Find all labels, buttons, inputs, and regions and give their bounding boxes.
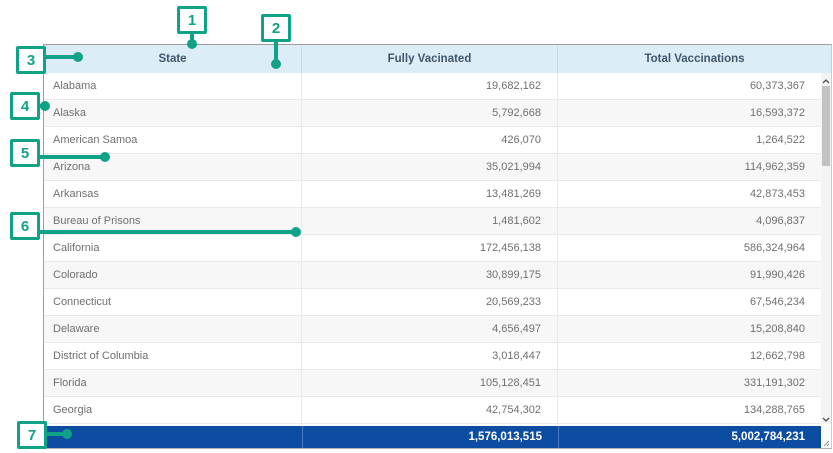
table-row[interactable]: Delaware 4,656,497 15,208,840 <box>44 316 821 343</box>
scroll-down-button[interactable] <box>821 411 831 424</box>
total-vaccinations-cell: 42,873,453 <box>558 181 821 207</box>
state-cell: Georgia <box>44 397 302 423</box>
table-header-row: State Fully Vacinated Total Vaccinations <box>44 45 831 73</box>
fully-vaccinated-cell: 19,682,162 <box>302 73 558 99</box>
total-state-cell <box>44 426 302 448</box>
annotation-dot-2 <box>271 59 281 69</box>
fully-vaccinated-cell: 30,899,175 <box>302 262 558 288</box>
state-cell: Colorado <box>44 262 302 288</box>
annotation-callout-3: 3 <box>16 46 46 74</box>
total-vaccinations-cell: 60,373,367 <box>558 73 821 99</box>
chevron-down-icon <box>822 409 830 427</box>
annotation-callout-6: 6 <box>10 212 40 240</box>
annotation-line-3 <box>44 55 76 59</box>
annotation-callout-1: 1 <box>177 6 207 34</box>
table-row[interactable]: California 172,456,138 586,324,964 <box>44 235 821 262</box>
vertical-scrollbar[interactable] <box>821 73 831 424</box>
table-row[interactable]: Alabama 19,682,162 60,373,367 <box>44 73 821 100</box>
state-cell: Alaska <box>44 100 302 126</box>
fully-vaccinated-cell: 105,128,451 <box>302 370 558 396</box>
fully-vaccinated-cell: 4,656,497 <box>302 316 558 342</box>
table-row[interactable]: District of Columbia 3,018,447 12,662,79… <box>44 343 821 370</box>
table-row[interactable]: Alaska 5,792,668 16,593,372 <box>44 100 821 127</box>
total-vaccinations-cell: 134,288,765 <box>558 397 821 423</box>
annotation-callout-7: 7 <box>17 421 47 449</box>
fully-vaccinated-cell: 1,481,602 <box>302 208 558 234</box>
total-vaccinations-cell: 67,546,234 <box>558 289 821 315</box>
annotation-dot-6 <box>291 227 301 237</box>
total-vaccinations-cell: 331,191,302 <box>558 370 821 396</box>
table-row[interactable]: Connecticut 20,569,233 67,546,234 <box>44 289 821 316</box>
annotated-screenshot-canvas: State Fully Vacinated Total Vaccinations… <box>0 0 833 453</box>
state-cell: American Samoa <box>44 127 302 153</box>
state-cell: Arkansas <box>44 181 302 207</box>
state-cell: Connecticut <box>44 289 302 315</box>
annotation-dot-5 <box>100 152 110 162</box>
total-vaccinations-cell: 4,096,837 <box>558 208 821 234</box>
total-fully-vaccinated-cell: 1,576,013,515 <box>302 426 558 448</box>
annotation-callout-5: 5 <box>10 139 40 167</box>
total-strip: 1,576,013,515 5,002,784,231 <box>44 426 831 448</box>
vaccination-table-widget: State Fully Vacinated Total Vaccinations… <box>43 44 832 449</box>
fully-vaccinated-cell: 35,021,994 <box>302 154 558 180</box>
state-cell: Delaware <box>44 316 302 342</box>
column-header-state[interactable]: State <box>44 45 302 73</box>
annotation-line-5 <box>38 155 102 159</box>
annotation-line-2 <box>274 41 278 61</box>
total-vaccinations-cell: 12,662,798 <box>558 343 821 369</box>
total-vaccinations-cell: 1,264,522 <box>558 127 821 153</box>
table-row[interactable]: American Samoa 426,070 1,264,522 <box>44 127 821 154</box>
total-total-vaccinations-cell: 5,002,784,231 <box>558 426 821 448</box>
annotation-callout-4: 4 <box>10 92 40 120</box>
fully-vaccinated-cell: 172,456,138 <box>302 235 558 261</box>
table-rows-viewport: Alabama 19,682,162 60,373,367 Alaska 5,7… <box>44 73 821 424</box>
column-header-fully-vaccinated[interactable]: Fully Vacinated <box>302 45 558 73</box>
table-row[interactable]: Arkansas 13,481,269 42,873,453 <box>44 181 821 208</box>
total-vaccinations-cell: 15,208,840 <box>558 316 821 342</box>
table-row[interactable]: Arizona 35,021,994 114,962,359 <box>44 154 821 181</box>
fully-vaccinated-cell: 426,070 <box>302 127 558 153</box>
fully-vaccinated-cell: 13,481,269 <box>302 181 558 207</box>
annotation-dot-1 <box>187 39 197 49</box>
annotation-callout-2: 2 <box>261 14 291 42</box>
state-cell: California <box>44 235 302 261</box>
state-cell: District of Columbia <box>44 343 302 369</box>
total-vaccinations-cell: 114,962,359 <box>558 154 821 180</box>
fully-vaccinated-cell: 5,792,668 <box>302 100 558 126</box>
fully-vaccinated-cell: 3,018,447 <box>302 343 558 369</box>
state-cell: Florida <box>44 370 302 396</box>
table-row[interactable]: Florida 105,128,451 331,191,302 <box>44 370 821 397</box>
column-header-total-vaccinations[interactable]: Total Vaccinations <box>558 45 831 73</box>
fully-vaccinated-cell: 20,569,233 <box>302 289 558 315</box>
table-row[interactable]: Colorado 30,899,175 91,990,426 <box>44 262 821 289</box>
total-vaccinations-cell: 91,990,426 <box>558 262 821 288</box>
fully-vaccinated-cell: 42,754,302 <box>302 397 558 423</box>
scrollbar-corner <box>821 426 831 448</box>
annotation-dot-4 <box>40 101 50 111</box>
annotation-dot-7 <box>62 429 72 439</box>
scroll-up-button[interactable] <box>821 73 831 86</box>
table-body: Alabama 19,682,162 60,373,367 Alaska 5,7… <box>44 73 831 424</box>
table-total-row: 1,576,013,515 5,002,784,231 <box>44 426 821 448</box>
annotation-dot-3 <box>73 52 83 62</box>
table-row[interactable]: Georgia 42,754,302 134,288,765 <box>44 397 821 424</box>
state-cell: Alabama <box>44 73 302 99</box>
annotation-line-6 <box>38 230 293 234</box>
total-vaccinations-cell: 586,324,964 <box>558 235 821 261</box>
total-vaccinations-cell: 16,593,372 <box>558 100 821 126</box>
scrollbar-thumb[interactable] <box>822 86 830 166</box>
